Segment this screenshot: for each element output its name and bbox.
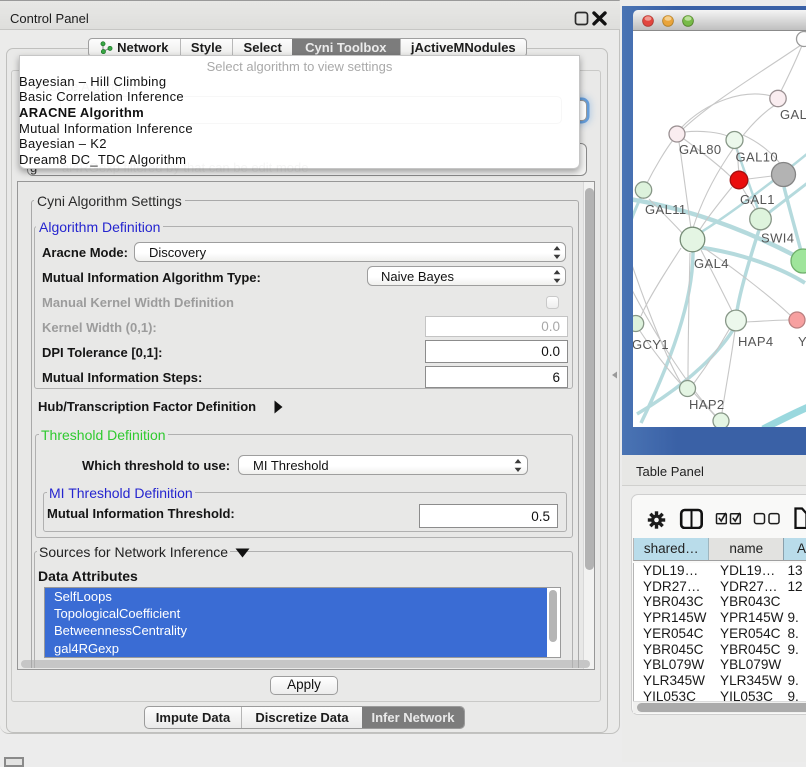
svg-text:GAL10: GAL10 xyxy=(736,150,778,165)
svg-text:HAP4: HAP4 xyxy=(738,334,774,349)
svg-text:GCY1: GCY1 xyxy=(633,337,669,352)
svg-text:HAP2: HAP2 xyxy=(689,397,725,412)
svg-text:GAL11: GAL11 xyxy=(645,202,687,217)
svg-text:Y: Y xyxy=(798,334,806,349)
svg-text:GAL4: GAL4 xyxy=(694,256,729,271)
svg-text:SWI4: SWI4 xyxy=(761,231,794,246)
svg-text:GAL80: GAL80 xyxy=(679,142,721,157)
svg-text:GAL1: GAL1 xyxy=(740,192,775,207)
svg-text:GAL7: GAL7 xyxy=(780,107,806,122)
